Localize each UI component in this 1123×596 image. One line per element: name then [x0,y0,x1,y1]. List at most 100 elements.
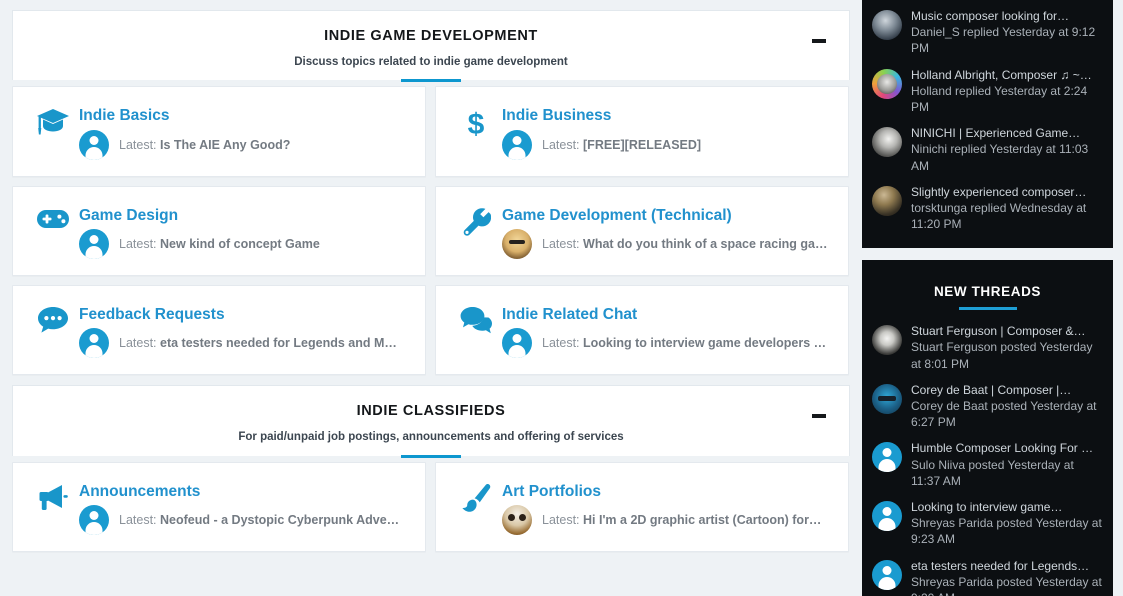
list-item[interactable]: Music composer looking for… Daniel_S rep… [872,4,1103,63]
latest-thread-title[interactable]: What do you think of a space racing ga… [583,237,827,251]
node-item[interactable]: Game Design Latest: New kind of concept … [12,186,426,276]
avatar[interactable] [502,229,532,259]
list-item-text: Corey de Baat | Composer |… Corey de Baa… [911,382,1103,431]
forum-page: INDIE GAME DEVELOPMENT Discuss topics re… [0,0,1123,596]
node-item[interactable]: Indie Related Chat Latest: Looking to in… [435,285,849,375]
group-description: Discuss topics related to indie game dev… [53,55,809,71]
collapse-toggle-button[interactable] [811,408,827,424]
latest-thread-title[interactable]: Hi I'm a 2D graphic artist (Cartoon) for… [583,513,821,527]
avatar[interactable] [872,10,902,40]
latest-thread-title[interactable]: Is The AIE Any Good? [160,138,290,152]
node-title-link[interactable]: Indie Related Chat [502,305,834,324]
avatar[interactable] [79,505,109,535]
sidebar-block-new-threads: NEW THREADS Stuart Ferguson | Composer &… [862,260,1113,596]
node-item[interactable]: Announcements Latest: Neofeud - a Dystop… [12,462,426,552]
list-item-meta: Ninichi replied Yesterday at 11:03 AM [911,141,1103,173]
latest-thread-title[interactable]: Looking to interview game developers … [583,336,826,350]
latest-prefix: Latest: [119,336,157,350]
latest-text: Latest: Neofeud - a Dystopic Cyberpunk A… [119,512,399,528]
list-item[interactable]: eta testers needed for Legends… Shreyas … [872,554,1103,596]
latest-text: Latest: What do you think of a space rac… [542,236,828,252]
list-item-meta: Corey de Baat posted Yesterday at 6:27 P… [911,398,1103,430]
list-item[interactable]: Slightly experienced composer… torsktung… [872,180,1103,239]
list-item-title[interactable]: Humble Composer Looking For Work [911,440,1103,456]
node-latest-row: Latest: Looking to interview game develo… [502,328,834,358]
avatar[interactable] [872,325,902,355]
list-item[interactable]: Holland Albright, Composer ♫ ~… Holland … [872,63,1103,122]
list-item-title[interactable]: Corey de Baat | Composer |… [911,382,1103,398]
node-title-link[interactable]: Indie Basics [79,106,411,125]
node-title-link[interactable]: Announcements [79,482,411,501]
latest-prefix: Latest: [119,513,157,527]
avatar[interactable] [872,384,902,414]
node-latest-row: Latest: Hi I'm a 2D graphic artist (Cart… [502,505,834,535]
right-sidebar: Music composer looking for… Daniel_S rep… [862,0,1123,596]
node-item[interactable]: Game Development (Technical) Latest: Wha… [435,186,849,276]
node-body: Art Portfolios Latest: Hi I'm a 2D graph… [502,481,834,535]
group-title: INDIE CLASSIFIEDS [53,402,809,421]
list-item-title[interactable]: eta testers needed for Legends… [911,558,1103,574]
latest-text: Latest: Hi I'm a 2D graphic artist (Cart… [542,512,821,528]
list-item-text: NINICHI | Experienced Game… Ninichi repl… [911,125,1103,174]
node-item[interactable]: Art Portfolios Latest: Hi I'm a 2D graph… [435,462,849,552]
avatar[interactable] [79,130,109,160]
node-body: Feedback Requests Latest: eta testers ne… [79,304,411,358]
list-item[interactable]: Stuart Ferguson | Composer &… Stuart Fer… [872,319,1103,378]
avatar[interactable] [872,442,902,472]
group-title: INDIE GAME DEVELOPMENT [53,27,809,46]
list-item-title[interactable]: Slightly experienced composer… [911,184,1103,200]
node-item[interactable]: Feedback Requests Latest: eta testers ne… [12,285,426,375]
list-item-meta: Sulo Niiva posted Yesterday at 11:37 AM [911,457,1103,489]
latest-thread-title[interactable]: Neofeud - a Dystopic Cyberpunk Adve… [160,513,399,527]
node-item[interactable]: $ Indie Business Latest: [FREE][RELEASED… [435,86,849,176]
node-latest-row: Latest: New kind of concept Game [79,229,411,259]
list-item-text: Slightly experienced composer… torsktung… [911,184,1103,233]
node-latest-row: Latest: [FREE][RELEASED] [502,130,834,160]
node-title-link[interactable]: Art Portfolios [502,482,834,501]
collapse-toggle-button[interactable] [811,33,827,49]
list-item-meta: Shreyas Parida posted Yesterday at 9:20 … [911,574,1103,596]
list-item[interactable]: Humble Composer Looking For Work Sulo Ni… [872,436,1103,495]
list-item[interactable]: Corey de Baat | Composer |… Corey de Baa… [872,378,1103,437]
list-item[interactable]: NINICHI | Experienced Game… Ninichi repl… [872,121,1103,180]
list-item-text: eta testers needed for Legends… Shreyas … [911,558,1103,596]
latest-thread-title[interactable]: [FREE][RELEASED] [583,138,701,152]
node-title-link[interactable]: Indie Business [502,106,834,125]
node-title-link[interactable]: Game Development (Technical) [502,206,834,225]
sidebar-block-header: NEW THREADS [862,260,1113,315]
node-body: Game Development (Technical) Latest: Wha… [502,205,834,259]
list-item-title[interactable]: Holland Albright, Composer ♫ ~… [911,67,1103,83]
avatar[interactable] [79,328,109,358]
node-latest-row: Latest: Neofeud - a Dystopic Cyberpunk A… [79,505,411,535]
latest-thread-title[interactable]: New kind of concept Game [160,237,320,251]
latest-thread-title[interactable]: eta testers needed for Legends and M… [160,336,397,350]
paintbrush-icon [450,481,502,513]
avatar[interactable] [502,130,532,160]
node-title-link[interactable]: Game Design [79,206,411,225]
list-item-title[interactable]: Music composer looking for… [911,8,1103,24]
list-item-title[interactable]: Stuart Ferguson | Composer &… [911,323,1103,339]
latest-text: Latest: [FREE][RELEASED] [542,137,701,153]
list-item[interactable]: Looking to interview game… Shreyas Parid… [872,495,1103,554]
avatar[interactable] [502,505,532,535]
latest-text: Latest: Is The AIE Any Good? [119,137,290,153]
latest-text: Latest: Looking to interview game develo… [542,335,826,351]
avatar[interactable] [872,501,902,531]
avatar[interactable] [872,186,902,216]
avatar[interactable] [872,127,902,157]
avatar[interactable] [872,560,902,590]
node-grid: Indie Basics Latest: Is The AIE Any Good… [12,86,850,375]
avatar[interactable] [502,328,532,358]
list-item-meta: Shreyas Parida posted Yesterday at 9:23 … [911,515,1103,547]
node-latest-row: Latest: Is The AIE Any Good? [79,130,411,160]
list-item-text: Stuart Ferguson | Composer &… Stuart Fer… [911,323,1103,372]
node-item[interactable]: Indie Basics Latest: Is The AIE Any Good… [12,86,426,176]
list-item-title[interactable]: Looking to interview game… [911,499,1103,515]
latest-prefix: Latest: [542,138,580,152]
node-title-link[interactable]: Feedback Requests [79,305,411,324]
avatar[interactable] [79,229,109,259]
node-group-indie-game-development: INDIE GAME DEVELOPMENT Discuss topics re… [12,10,850,375]
list-item-title[interactable]: NINICHI | Experienced Game… [911,125,1103,141]
avatar[interactable] [872,69,902,99]
sidebar-block-title: NEW THREADS [872,284,1103,299]
